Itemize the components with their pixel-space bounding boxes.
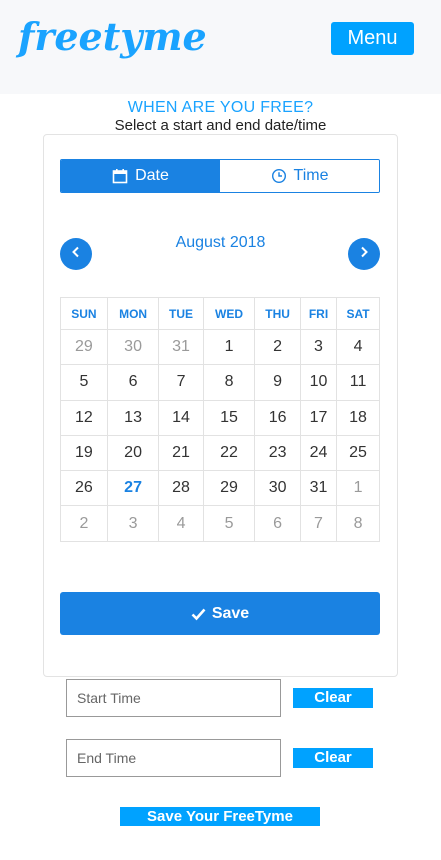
calendar-day[interactable]: 29 xyxy=(60,328,108,366)
calendar-day[interactable]: 5 xyxy=(202,505,256,542)
calendar-day[interactable]: 1 xyxy=(336,470,380,507)
next-month-button[interactable] xyxy=(348,238,380,270)
calendar-day[interactable]: 15 xyxy=(202,399,256,436)
weekday-header: SAT xyxy=(336,297,380,330)
calendar-day[interactable]: 30 xyxy=(254,470,301,507)
chevron-right-icon xyxy=(357,245,371,264)
save-button[interactable]: Save xyxy=(60,592,380,635)
calendar-body: 29 30 31 1 2 3 4 5 6 7 8 9 10 11 12 13 14 15 16 17 18 19 20 21 2… xyxy=(60,328,380,542)
weekday-header: THU xyxy=(254,297,301,330)
calendar-day[interactable]: 8 xyxy=(202,364,256,401)
calendar-icon xyxy=(112,168,128,184)
calendar-day[interactable]: 4 xyxy=(336,328,380,366)
checkmark-icon xyxy=(191,607,206,621)
calendar-day[interactable]: 29 xyxy=(202,470,256,507)
calendar-day[interactable]: 7 xyxy=(158,364,204,401)
calendar-day[interactable]: 30 xyxy=(106,328,160,366)
weekday-header-row: SUN MON TUE WED THU FRI SAT xyxy=(60,297,380,330)
calendar-day[interactable]: 16 xyxy=(254,399,301,436)
calendar-day[interactable]: 2 xyxy=(254,328,301,366)
date-time-toggle: Date Time xyxy=(60,159,380,193)
calendar-day[interactable]: 24 xyxy=(299,434,338,472)
calendar-day[interactable]: 7 xyxy=(299,505,338,542)
calendar-grid: SUN MON TUE WED THU FRI SAT 29 30 31 1 2 3 4 5 6 7 8 9 10 1… xyxy=(60,297,380,542)
calendar-day[interactable]: 25 xyxy=(336,434,380,472)
calendar-day[interactable]: 11 xyxy=(336,364,380,401)
calendar-week-row: 26 27 28 29 30 31 1 xyxy=(60,470,380,507)
calendar-day[interactable]: 3 xyxy=(106,505,160,542)
calendar-day[interactable]: 26 xyxy=(60,470,108,507)
calendar-day[interactable]: 14 xyxy=(158,399,204,436)
calendar-week-row: 2345678 xyxy=(60,505,380,542)
calendar-day[interactable]: 4 xyxy=(158,505,204,542)
tab-date-label: Date xyxy=(135,167,169,184)
calendar-day[interactable]: 21 xyxy=(158,434,204,472)
calendar-day-today[interactable]: 27 xyxy=(106,470,160,507)
calendar-week-row: 5 6 7 8 9 10 11 xyxy=(60,364,380,401)
weekday-header: FRI xyxy=(299,297,338,330)
calendar-day[interactable]: 31 xyxy=(158,328,204,366)
calendar-day[interactable]: 12 xyxy=(60,399,108,436)
calendar-day[interactable]: 18 xyxy=(336,399,380,436)
calendar-day[interactable]: 1 xyxy=(202,328,256,366)
freetyme-logo[interactable]: freetyme xyxy=(18,14,207,59)
tab-time[interactable]: Time xyxy=(220,160,379,192)
header-bar: freetyme Menu xyxy=(0,0,441,94)
calendar-day[interactable]: 13 xyxy=(106,399,160,436)
calendar-day[interactable]: 22 xyxy=(202,434,256,472)
weekday-header: TUE xyxy=(158,297,204,330)
calendar-day[interactable]: 19 xyxy=(60,434,108,472)
calendar-day[interactable]: 8 xyxy=(336,505,380,542)
calendar-week-row: 19 20 21 22 23 24 25 xyxy=(60,434,380,472)
tab-time-label: Time xyxy=(293,167,329,184)
calendar-day[interactable]: 5 xyxy=(60,364,108,401)
calendar-day[interactable]: 28 xyxy=(158,470,204,507)
prompt-subtitle: Select a start and end date/time xyxy=(114,117,327,134)
save-your-freetyme-button[interactable]: Save Your FreeTyme xyxy=(120,807,320,826)
clear-end-time-button[interactable]: Clear xyxy=(293,748,373,768)
calendar-day[interactable]: 3 xyxy=(299,328,338,366)
save-button-label: Save xyxy=(211,604,250,622)
calendar-day[interactable]: 9 xyxy=(254,364,301,401)
calendar-day[interactable]: 10 xyxy=(299,364,338,401)
prompt-title: WHEN ARE YOU FREE? xyxy=(127,99,314,116)
calendar-week-row: 29 30 31 1 2 3 4 xyxy=(60,328,380,366)
calendar-day[interactable]: 20 xyxy=(106,434,160,472)
calendar-day[interactable]: 31 xyxy=(299,470,338,507)
calendar-day[interactable]: 17 xyxy=(299,399,338,436)
calendar-day[interactable]: 23 xyxy=(254,434,301,472)
tab-date[interactable]: Date xyxy=(61,160,220,192)
calendar-day[interactable]: 6 xyxy=(254,505,301,542)
clock-icon xyxy=(271,168,287,184)
weekday-header: SUN xyxy=(60,297,108,330)
weekday-header: MON xyxy=(106,297,160,330)
calendar-week-row: 12 13 14 15 16 17 18 xyxy=(60,399,380,436)
calendar-day[interactable]: 2 xyxy=(60,505,108,542)
start-time-input[interactable] xyxy=(66,679,281,717)
calendar-day[interactable]: 6 xyxy=(106,364,160,401)
weekday-header: WED xyxy=(202,297,256,330)
clear-start-time-button[interactable]: Clear xyxy=(293,688,373,708)
end-time-input[interactable] xyxy=(66,739,281,777)
menu-button[interactable]: Menu xyxy=(331,22,414,55)
